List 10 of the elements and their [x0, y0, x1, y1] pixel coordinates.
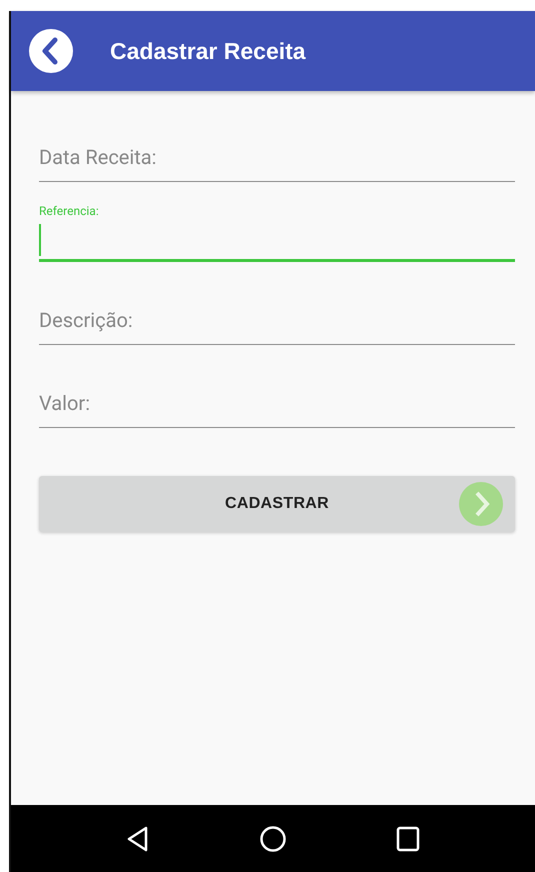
back-icon[interactable] [126, 826, 150, 852]
chevron-right-icon [459, 482, 503, 526]
home-icon[interactable] [258, 824, 287, 852]
recent-apps-icon[interactable] [396, 826, 420, 852]
input-field[interactable]: Data Receita: [39, 137, 515, 182]
input-field[interactable]: Descrição: [39, 300, 515, 345]
back-icon[interactable] [28, 28, 74, 74]
submit-button[interactable]: CADASTRAR [39, 476, 515, 532]
screen-title: Cadastrar Receita [110, 38, 306, 64]
input-field[interactable]: Valor: [39, 383, 515, 428]
